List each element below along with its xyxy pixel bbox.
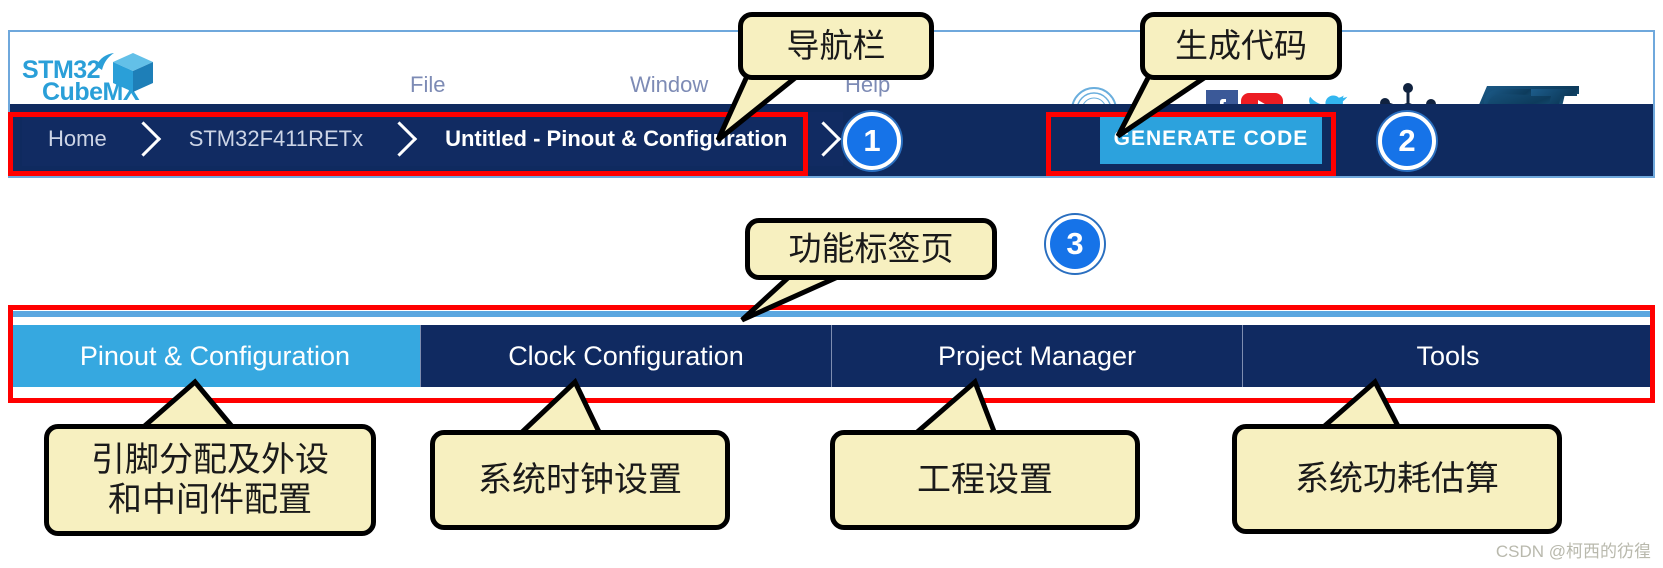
callout-pinout-line1: 引脚分配及外设 xyxy=(91,439,329,480)
callout-generate-code: 生成代码 xyxy=(1140,12,1342,80)
callout-pinout-line2: 和中间件配置 xyxy=(108,480,312,520)
screenshot-root: STM32 CubeMX File Window Help Home STM32… xyxy=(0,0,1663,568)
callout-function-tabs: 功能标签页 xyxy=(745,218,997,280)
callout-nav-bar: 导航栏 xyxy=(738,12,934,80)
callout-power-text: 系统功耗估算 xyxy=(1295,458,1499,499)
watermark: CSDN @柯西的彷徨 xyxy=(1495,542,1651,561)
callout-project-text: 工程设置 xyxy=(917,459,1053,500)
callout-project: 工程设置 xyxy=(830,430,1140,530)
callout-clock: 系统时钟设置 xyxy=(430,430,730,530)
callout-pinout-text: 引脚分配及外设 和中间件配置 xyxy=(75,440,345,520)
callout-pinout: 引脚分配及外设 和中间件配置 xyxy=(44,424,376,536)
callout-power: 系统功耗估算 xyxy=(1232,424,1562,534)
callout-clock-text: 系统时钟设置 xyxy=(478,459,682,500)
callout-generate-code-text: 生成代码 xyxy=(1175,25,1307,65)
callout-function-tabs-text: 功能标签页 xyxy=(788,228,954,268)
callout-nav-bar-text: 导航栏 xyxy=(786,25,886,65)
